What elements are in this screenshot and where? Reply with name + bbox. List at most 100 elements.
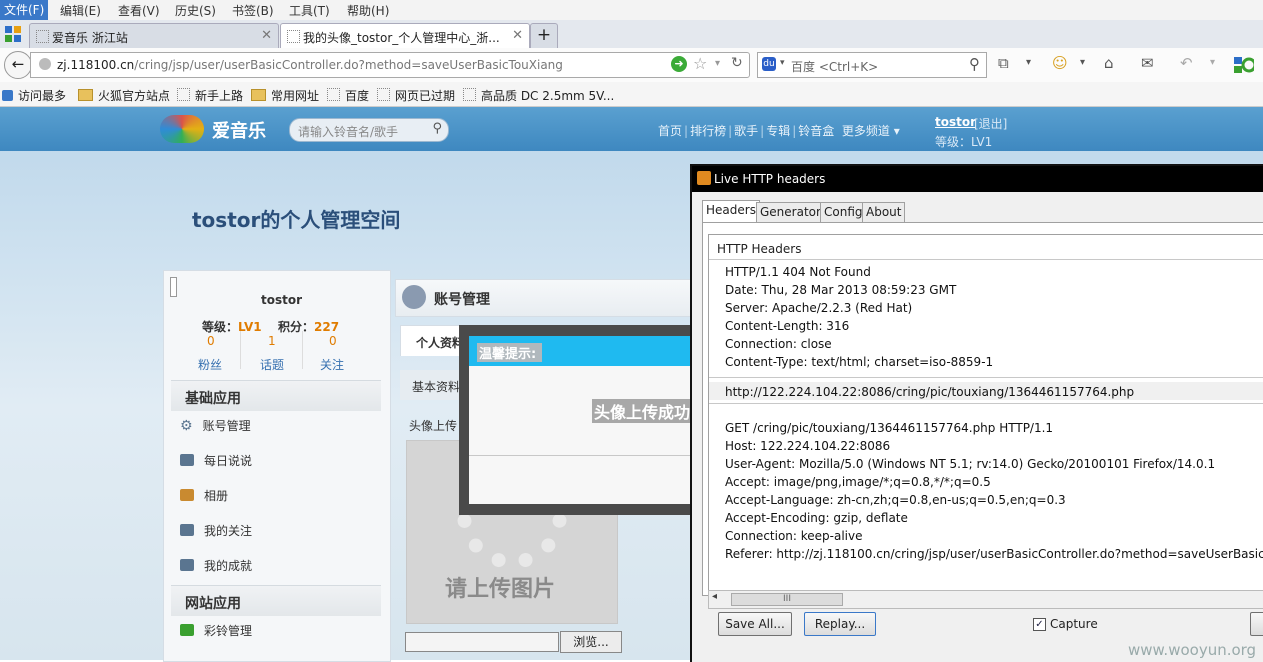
close-icon[interactable]: ✕ <box>261 28 272 43</box>
search-icon[interactable]: ⚲ <box>969 55 980 73</box>
replay-button[interactable]: Replay... <box>804 612 876 636</box>
username-link[interactable]: tostor <box>935 115 976 129</box>
bookmark-expired[interactable]: 网页已过期 <box>377 87 455 104</box>
bookmarks-bar: 访问最多 火狐官方站点 新手上路 常用网址 百度 网页已过期 高品质 DC 2.… <box>0 82 1263 107</box>
page-icon <box>177 88 190 101</box>
bookmark-firefox[interactable]: 火狐官方站点 <box>78 87 170 104</box>
nav-home[interactable]: 首页 <box>658 124 682 138</box>
go-arrow-icon[interactable]: ➜ <box>671 56 687 72</box>
fans-link[interactable]: 粉丝 <box>198 356 222 373</box>
list-item[interactable]: Accept-Encoding: gzip, deflate <box>725 511 908 525</box>
modal-title: 温馨提示: <box>477 343 543 362</box>
list-item[interactable]: Connection: close <box>725 337 832 351</box>
addon-icon[interactable] <box>1234 55 1257 75</box>
space-title: tostor的个人管理空间 <box>192 208 401 232</box>
nav-album[interactable]: 专辑 <box>766 124 790 138</box>
site-search-placeholder: 请输入铃音名/歌手 <box>298 125 399 139</box>
screenshot-icon[interactable]: ⧉ <box>998 54 1009 72</box>
site-search-input[interactable]: 请输入铃音名/歌手 ⚲ <box>289 118 449 142</box>
list-item[interactable]: Content-Type: text/html; charset=iso-885… <box>725 355 993 369</box>
dropdown-arrow-icon[interactable]: ▾ <box>715 58 720 69</box>
tab-groups-icon[interactable] <box>5 26 21 42</box>
url-bar[interactable]: zj.118100.cn/cring/jsp/user/userBasicCon… <box>30 52 750 78</box>
bookmark-dc[interactable]: 高品质 DC 2.5mm 5V... <box>463 87 614 104</box>
reload-icon[interactable]: ↻ <box>731 55 743 71</box>
file-path-input[interactable] <box>405 632 559 652</box>
list-item[interactable]: Server: Apache/2.2.3 (Red Hat) <box>725 301 912 315</box>
search-bar[interactable]: du ▾ 百度 <Ctrl+K> ⚲ <box>757 52 987 78</box>
tab-config[interactable]: Config <box>820 202 867 223</box>
menu-tools[interactable]: 工具(T) <box>289 2 330 19</box>
tab-about[interactable]: About <box>862 202 906 223</box>
site-logo-text[interactable]: 爱音乐 <box>212 117 266 143</box>
bookmark-star-icon[interactable]: ☆ <box>693 54 707 73</box>
capture-checkbox[interactable]: ✓ <box>1033 618 1046 631</box>
list-item[interactable]: Date: Thu, 28 Mar 2013 08:59:23 GMT <box>725 283 956 297</box>
undo-icon[interactable]: ↶ <box>1180 54 1193 72</box>
list-item[interactable]: Referer: http://zj.118100.cn/cring/jsp/u… <box>725 547 1263 561</box>
menu-edit[interactable]: 编辑(E) <box>60 2 101 19</box>
list-item[interactable]: Accept: image/png,image/*;q=0.8,*/*;q=0.… <box>725 475 991 489</box>
list-item[interactable]: GET /cring/pic/touxiang/1364461157764.ph… <box>725 421 1053 435</box>
tab-generator[interactable]: Generator <box>756 202 825 223</box>
sidebar-item-achievements[interactable]: 我的成就 <box>180 557 252 574</box>
follow-link[interactable]: 关注 <box>320 356 344 373</box>
scroll-thumb[interactable]: III <box>731 593 843 606</box>
topics-link[interactable]: 话题 <box>260 356 284 373</box>
list-item-url[interactable]: http://122.224.104.22:8086/cring/pic/tou… <box>725 385 1134 399</box>
sidebar-item-following[interactable]: 我的关注 <box>180 522 252 539</box>
nav-ringbox[interactable]: 铃音盒 <box>798 124 834 138</box>
upload-label: 头像上传 <box>409 419 458 433</box>
browse-button[interactable]: 浏览... <box>560 631 622 653</box>
divider <box>709 403 1263 404</box>
new-tab-button[interactable]: + <box>530 23 558 49</box>
mail-icon[interactable]: ✉ <box>1141 54 1154 72</box>
engine-dropdown-icon[interactable]: ▾ <box>780 58 785 68</box>
list-item[interactable]: Connection: keep-alive <box>725 529 863 543</box>
menu-history[interactable]: 历史(S) <box>175 2 216 19</box>
bookmark-getting-started[interactable]: 新手上路 <box>177 87 243 104</box>
logo-icon[interactable] <box>160 115 204 143</box>
menu-help[interactable]: 帮助(H) <box>347 2 389 19</box>
close-button[interactable] <box>1250 612 1263 636</box>
sidebar-item-daily[interactable]: 每日说说 <box>180 452 252 469</box>
scroll-handle[interactable] <box>170 277 177 297</box>
close-icon[interactable]: ✕ <box>512 28 523 43</box>
horizontal-scrollbar[interactable]: ◂ III <box>708 590 1263 609</box>
save-all-button[interactable]: Save All... <box>718 612 792 636</box>
list-item[interactable]: Host: 122.224.104.22:8086 <box>725 439 890 453</box>
menu-bookmarks[interactable]: 书签(B) <box>232 2 274 19</box>
window-title: Live HTTP headers <box>714 172 826 186</box>
nav-chart[interactable]: 排行榜 <box>690 124 726 138</box>
dropdown-arrow-icon[interactable]: ▾ <box>1026 57 1031 68</box>
nav-more[interactable]: 更多频道 ▾ <box>842 124 900 138</box>
window-titlebar[interactable]: Live HTTP headers <box>692 166 1263 192</box>
menu-view[interactable]: 查看(V) <box>118 2 160 19</box>
list-item[interactable]: Accept-Language: zh-cn,zh;q=0.8,en-us;q=… <box>725 493 1066 507</box>
sidebar-item-album[interactable]: 相册 <box>180 487 228 504</box>
sidebar-item-ringtone[interactable]: 彩铃管理 <box>180 622 252 639</box>
logout-link[interactable]: [退出] <box>974 115 1007 132</box>
list-item[interactable]: User-Agent: Mozilla/5.0 (Windows NT 5.1;… <box>725 457 1215 471</box>
sidebar-item-account[interactable]: ⚙ 账号管理 <box>180 417 251 434</box>
bookmark-baidu[interactable]: 百度 <box>327 87 369 104</box>
menu-file[interactable]: 文件(F) <box>0 0 49 20</box>
dropdown-arrow-icon[interactable]: ▾ <box>1210 57 1215 68</box>
dropdown-arrow-icon[interactable]: ▾ <box>1080 57 1085 68</box>
list-item[interactable]: HTTP/1.1 404 Not Found <box>725 265 871 279</box>
list-item[interactable]: Content-Length: 316 <box>725 319 849 333</box>
scroll-left-icon[interactable]: ◂ <box>712 591 717 602</box>
tab-aiyinyue[interactable]: 爱音乐 浙江站 ✕ <box>29 23 279 49</box>
home-icon[interactable]: ⌂ <box>1104 54 1114 72</box>
smiley-icon[interactable]: ☺ <box>1052 54 1068 72</box>
page-icon <box>287 30 300 43</box>
bookmark-common-sites[interactable]: 常用网址 <box>251 87 319 104</box>
back-button[interactable]: ← <box>4 51 32 79</box>
phone-icon <box>180 624 194 636</box>
tab-avatar[interactable]: 我的头像_tostor_个人管理中心_浙... ✕ <box>280 23 530 50</box>
nav-singer[interactable]: 歌手 <box>734 124 758 138</box>
headers-list[interactable]: HTTP Headers HTTP/1.1 404 Not Found Date… <box>708 234 1263 592</box>
tab-headers[interactable]: Headers <box>702 200 760 223</box>
bookmark-most-visited[interactable]: 访问最多 <box>2 87 66 104</box>
search-icon[interactable]: ⚲ <box>432 121 442 136</box>
